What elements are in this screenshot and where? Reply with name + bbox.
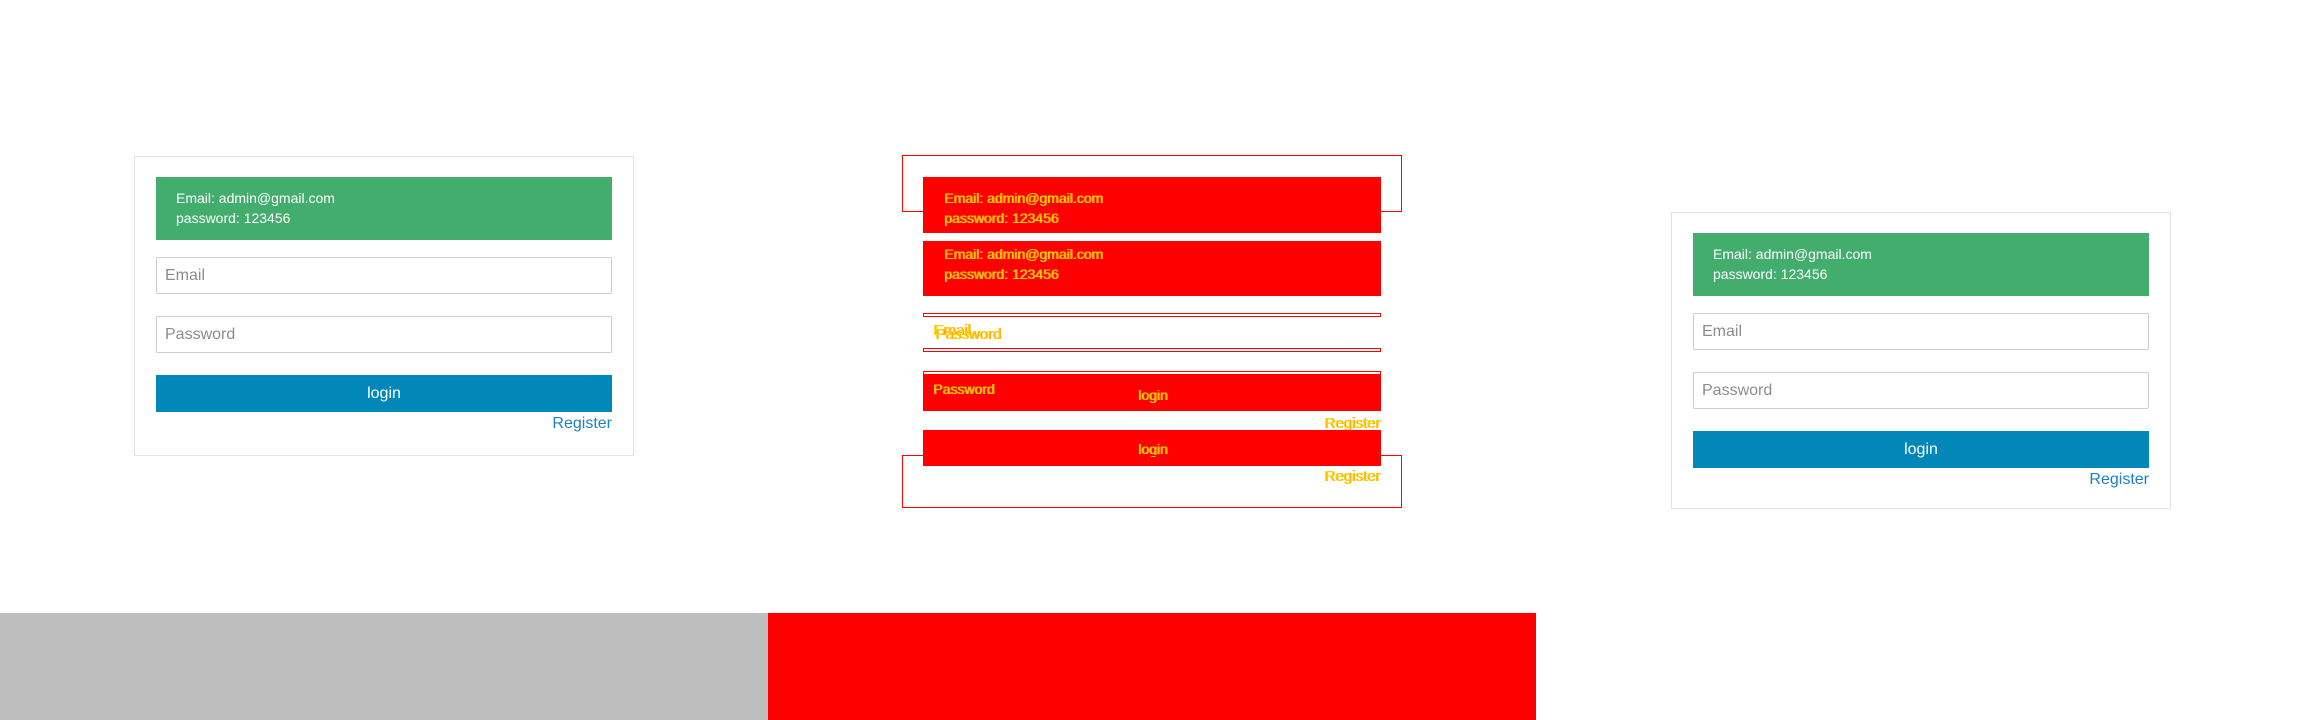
login-panel-left: Email: admin@gmail.com password: 123456 … <box>134 156 634 456</box>
email-input[interactable] <box>1693 313 2149 350</box>
debug-password-field-outline <box>923 348 1381 352</box>
login-panel-right: Email: admin@gmail.com password: 123456 … <box>1671 212 2171 509</box>
register-row: Register <box>1693 471 2149 489</box>
debug-register-ghost-text: Register <box>1324 468 1380 485</box>
debug-overlay: Email: admin@gmail.com password: 123456 … <box>902 155 1402 511</box>
email-input[interactable] <box>156 257 612 294</box>
password-input[interactable] <box>1693 372 2149 409</box>
debug-email-field-outline <box>923 313 1381 317</box>
debug-password-label-overlap: Password <box>935 326 1001 343</box>
screen: Email: admin@gmail.com password: 123456 … <box>0 0 2304 720</box>
register-link[interactable]: Register <box>2089 471 2149 488</box>
bottom-gray-bar <box>0 613 768 720</box>
credentials-email-text: Email: admin@gmail.com <box>176 190 335 206</box>
debug-email-text: Email: admin@gmail.com <box>944 190 1103 206</box>
login-button[interactable]: login <box>156 375 612 412</box>
debug-password-ghost-text: password: 123456 <box>944 266 1059 282</box>
credentials-alert: Email: admin@gmail.com password: 123456 <box>156 177 612 240</box>
credentials-password-text: password: 123456 <box>1713 266 1828 282</box>
register-row: Register <box>156 415 612 433</box>
register-link[interactable]: Register <box>552 415 612 432</box>
debug-login-text: login <box>1138 387 1168 403</box>
password-input[interactable] <box>156 316 612 353</box>
credentials-alert: Email: admin@gmail.com password: 123456 <box>1693 233 2149 296</box>
credentials-email-text: Email: admin@gmail.com <box>1713 246 1872 262</box>
bottom-red-bar <box>768 613 1536 720</box>
login-button[interactable]: login <box>1693 431 2149 468</box>
debug-email-ghost-text: Email: admin@gmail.com <box>944 246 1103 262</box>
credentials-password-text: password: 123456 <box>176 210 291 226</box>
debug-password-text: password: 123456 <box>944 210 1059 226</box>
debug-password-label: Password <box>933 381 995 397</box>
